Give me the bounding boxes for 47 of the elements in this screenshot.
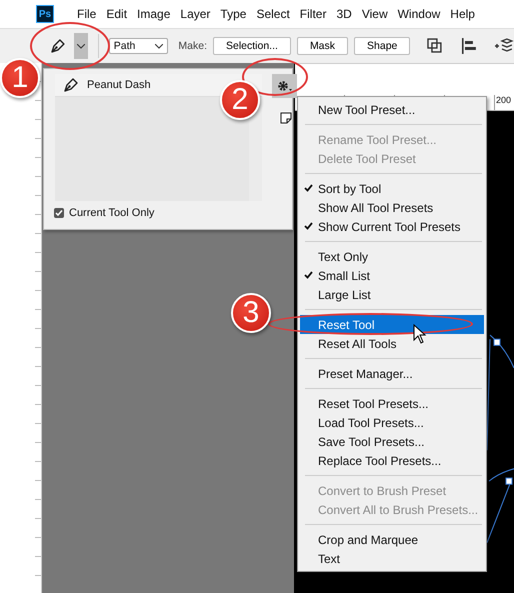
menu-item[interactable]: Edit	[101, 7, 132, 21]
menu-item[interactable]: Help	[445, 7, 480, 21]
pen-tool-icon	[50, 38, 66, 54]
menu-option[interactable]: Text	[300, 549, 484, 568]
menu-item[interactable]: View	[356, 7, 393, 21]
checkbox[interactable]	[54, 208, 64, 218]
menu-option[interactable]: Large List	[300, 285, 484, 304]
settings-button[interactable]	[272, 74, 297, 98]
make-label: Make:	[178, 40, 207, 52]
preset-picker-toggle[interactable]	[74, 33, 88, 59]
preset-item[interactable]: Peanut Dash	[55, 74, 159, 96]
menu-option[interactable]: Crop and Marquee	[300, 530, 484, 549]
menu-item[interactable]: Select	[251, 7, 295, 21]
make-button[interactable]: Mask	[296, 37, 348, 55]
menu-option[interactable]: Sort by Tool	[300, 179, 484, 198]
caret-icon	[155, 44, 164, 48]
menu-item[interactable]: Type	[215, 7, 252, 21]
menu-option[interactable]: New Tool Preset...	[300, 100, 484, 119]
menu-option[interactable]: Save Tool Presets...	[300, 432, 484, 451]
menu-option[interactable]: Reset Tool Presets...	[300, 394, 484, 413]
menu-option[interactable]: Small List	[300, 266, 484, 285]
menu-option[interactable]: Load Tool Presets...	[300, 413, 484, 432]
menu-item[interactable]: 3D	[331, 7, 357, 21]
menu-option[interactable]: Preset Manager...	[300, 364, 484, 383]
path-operations-icon[interactable]	[426, 37, 444, 55]
menu-option[interactable]: Show All Tool Presets	[300, 198, 484, 217]
mode-dropdown[interactable]: Path	[108, 38, 168, 54]
caret-icon	[76, 44, 85, 48]
mouse-cursor-icon	[413, 324, 427, 344]
checkbox-label: Current Tool Only	[69, 207, 154, 219]
menu-option[interactable]: Show Current Tool Presets	[300, 217, 484, 236]
menu-item[interactable]: Window	[392, 7, 446, 21]
menu-option[interactable]: Reset All Tools	[300, 334, 484, 353]
menu-option[interactable]: Reset Tool	[300, 315, 484, 334]
menu-option[interactable]: Replace Tool Presets...	[300, 451, 484, 470]
make-button[interactable]: Shape	[354, 37, 410, 55]
gear-icon	[276, 80, 292, 92]
menu-item[interactable]: Layer	[175, 7, 216, 21]
menu-item[interactable]: File	[72, 7, 102, 21]
menu-item[interactable]: Filter	[294, 7, 332, 21]
new-preset-icon[interactable]	[280, 112, 292, 124]
menu-item[interactable]: Image	[132, 7, 176, 21]
app-logo: Ps	[36, 5, 54, 23]
path-alignment-icon[interactable]	[460, 37, 478, 55]
menu-option[interactable]: Text Only	[300, 247, 484, 266]
make-button[interactable]: Selection...	[212, 37, 291, 55]
pen-tool-icon	[63, 77, 79, 93]
